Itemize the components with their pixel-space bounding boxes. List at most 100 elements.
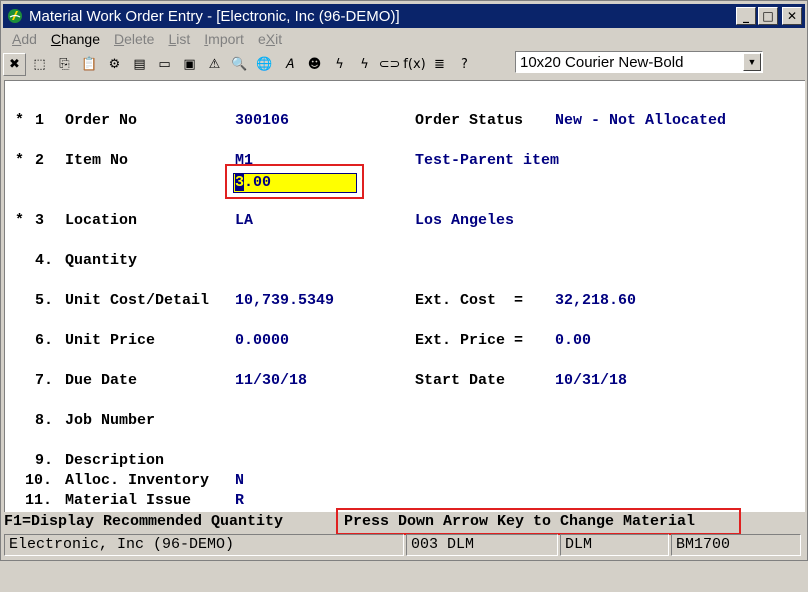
field-order-no: * 1 Order No 300106 Order Status New - N… xyxy=(5,111,726,131)
form-area: * 1 Order No 300106 Order Status New - N… xyxy=(4,80,805,512)
field-due-date: 7. Due Date 11/30/18 Start Date 10/31/18 xyxy=(5,371,627,391)
required-marker: * xyxy=(15,212,25,229)
app-logo-icon xyxy=(6,7,24,25)
field-label: Description xyxy=(65,452,165,469)
order-no-value[interactable]: 300106 xyxy=(235,111,289,131)
field-label: Location xyxy=(65,212,138,229)
chevron-down-icon[interactable]: ▼ xyxy=(743,53,761,71)
portrait-icon[interactable]: ☻ xyxy=(303,52,326,76)
item-description: Test-Parent item xyxy=(415,152,560,169)
field-label: Item No xyxy=(65,152,129,169)
field-item-no: * 2 Item No M1 Test-Parent item xyxy=(5,151,559,171)
unit-cost-value[interactable]: 10,739.5349 xyxy=(235,291,334,311)
search-icon[interactable]: 🔍 xyxy=(228,52,251,76)
field-number: 10. xyxy=(25,472,53,489)
field-number: 6. xyxy=(35,332,54,349)
start-date-label: Start Date xyxy=(415,372,506,389)
material-issue-value[interactable]: R xyxy=(235,491,244,511)
alert-icon[interactable]: ⚠ xyxy=(203,52,226,76)
field-number: 8. xyxy=(35,412,54,429)
print-preview-icon[interactable]: ▣ xyxy=(178,52,201,76)
field-number: 5. xyxy=(35,292,54,309)
notes-icon[interactable]: ▭ xyxy=(153,52,176,76)
location-description: Los Angeles xyxy=(415,212,515,229)
menu-delete[interactable]: Delete xyxy=(105,30,159,50)
font-size-select[interactable]: 10x20 Courier New-Bold ▼ xyxy=(515,51,763,73)
minimize-button[interactable]: _ xyxy=(736,7,756,25)
copy-icon[interactable]: ⎘ xyxy=(53,52,76,76)
field-description: 9. Description xyxy=(5,451,164,471)
lightning-doc-icon[interactable]: ϟ xyxy=(353,52,376,76)
menu-add[interactable]: Add xyxy=(3,30,42,50)
menu-bar: Add Change Delete List Import eXit xyxy=(3,30,287,50)
function-icon[interactable]: f(x) xyxy=(403,52,426,76)
status-company: Electronic, Inc (96-DEMO) xyxy=(4,534,404,556)
field-label: Unit Price xyxy=(65,332,156,349)
menu-import[interactable]: Import xyxy=(195,30,249,50)
field-number: 1 xyxy=(35,112,45,129)
font-icon[interactable]: 𝐴 xyxy=(278,52,301,76)
location-value[interactable]: LA xyxy=(235,211,253,231)
text-cursor: 3 xyxy=(235,174,245,191)
link-icon[interactable]: ⊂⊃ xyxy=(378,52,401,76)
order-status-label: Order Status xyxy=(415,112,524,129)
select-icon[interactable]: ⬚ xyxy=(28,52,51,76)
field-alloc-inventory: 10. Alloc. Inventory N xyxy=(5,471,244,491)
field-number: 3 xyxy=(35,212,45,229)
field-number: 7. xyxy=(35,372,54,389)
globe-icon[interactable]: 🌐 xyxy=(253,52,276,76)
required-marker: * xyxy=(15,152,25,169)
paste-icon[interactable]: 📋 xyxy=(78,52,101,76)
window-controls: _ □ ✕ xyxy=(736,7,802,25)
field-label: Alloc. Inventory xyxy=(65,472,210,489)
menu-list[interactable]: List xyxy=(159,30,195,50)
maximize-button[interactable]: □ xyxy=(758,7,778,25)
field-unit-cost: 5. Unit Cost/Detail 10,739.5349 Ext. Cos… xyxy=(5,291,636,311)
field-label: Material Issue xyxy=(65,492,192,509)
ext-price-value: 0.00 xyxy=(555,332,592,349)
alloc-inventory-value[interactable]: N xyxy=(235,471,244,491)
close-icon[interactable]: ✖ xyxy=(3,52,26,76)
field-quantity: 4. Quantity xyxy=(5,251,137,271)
due-date-value[interactable]: 11/30/18 xyxy=(235,371,307,391)
ext-price-label: Ext. Price = xyxy=(415,332,524,349)
field-location: * 3 Location LA Los Angeles xyxy=(5,211,514,231)
field-material-issue: 11. Material Issue R xyxy=(5,491,244,511)
unit-price-value[interactable]: 0.0000 xyxy=(235,331,289,351)
field-label: Due Date xyxy=(65,372,138,389)
field-label: Job Number xyxy=(65,412,156,429)
menu-change[interactable]: Change xyxy=(42,30,105,50)
hint-highlight-box xyxy=(336,508,741,535)
order-status-value: New - Not Allocated xyxy=(555,112,727,129)
field-number: 9. xyxy=(35,452,54,469)
close-button[interactable]: ✕ xyxy=(782,7,802,25)
field-label: Unit Cost/Detail xyxy=(65,292,210,309)
quantity-input-rest: .00 xyxy=(244,174,272,191)
ext-cost-label: Ext. Cost = xyxy=(415,292,524,309)
app-window: Material Work Order Entry - [Electronic,… xyxy=(0,0,808,561)
field-number: 2 xyxy=(35,152,45,169)
field-label: Order No xyxy=(65,112,138,129)
list-icon[interactable]: ≣ xyxy=(428,52,451,76)
quantity-input[interactable]: 3.00 xyxy=(233,173,357,193)
field-label: Quantity xyxy=(65,252,138,269)
title-bar[interactable]: Material Work Order Entry - [Electronic,… xyxy=(3,4,805,28)
field-number: 4. xyxy=(35,252,54,269)
field-job-number: 8. Job Number xyxy=(5,411,155,431)
settings-icon[interactable]: ⚙ xyxy=(103,52,126,76)
font-select-value: 10x20 Courier New-Bold xyxy=(520,53,684,71)
field-number: 11. xyxy=(25,492,53,509)
properties-icon[interactable]: ▤ xyxy=(128,52,151,76)
window-title: Material Work Order Entry - [Electronic,… xyxy=(29,7,400,25)
start-date-value: 10/31/18 xyxy=(555,372,628,389)
help-icon[interactable]: ? xyxy=(453,52,476,76)
status-bar: Electronic, Inc (96-DEMO) 003 DLM DLM BM… xyxy=(4,534,805,558)
field-unit-price: 6. Unit Price 0.0000 Ext. Price = 0.00 xyxy=(5,331,591,351)
f1-hint: F1=Display Recommended Quantity xyxy=(4,513,284,530)
lightning-icon[interactable]: ϟ xyxy=(328,52,351,76)
status-user-code: 003 DLM xyxy=(406,534,558,556)
required-marker: * xyxy=(15,112,25,129)
status-program: BM1700 xyxy=(671,534,801,556)
menu-exit[interactable]: eXit xyxy=(249,30,287,50)
ext-cost-value: 32,218.60 xyxy=(555,292,637,309)
